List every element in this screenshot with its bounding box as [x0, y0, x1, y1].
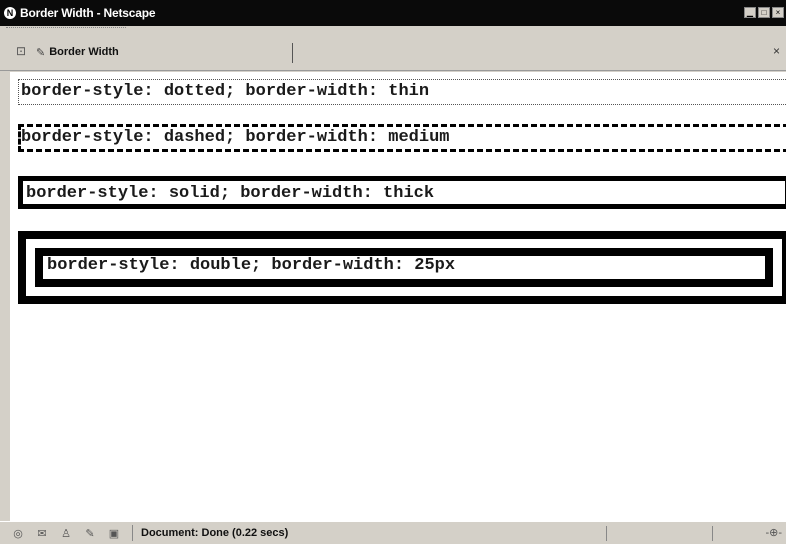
addressbook-icon[interactable]: ▣ — [108, 527, 120, 540]
status-divider — [132, 525, 133, 541]
user-icon[interactable]: ♙ — [60, 527, 72, 540]
demo-text: border-style: solid; border-width: thick — [26, 184, 435, 203]
title-bar[interactable]: N Border Width - Netscape ▁ □ × — [0, 0, 786, 26]
demo-text: border-style: dashed; border-width: medi… — [21, 128, 450, 147]
new-tab-icon[interactable]: ⊡ — [14, 44, 28, 58]
status-bar: ◎ ✉ ♙ ✎ ▣ Document: Done (0.22 secs) -⊕- — [0, 521, 786, 544]
page-content: border-style: dotted; border-width: thin… — [10, 72, 786, 521]
minimize-button[interactable]: ▁ — [744, 7, 756, 18]
tab-divider — [292, 43, 293, 63]
tab-label: Border Width — [49, 46, 119, 58]
status-text: Document: Done (0.22 secs) — [141, 527, 289, 539]
tab-bar: ⊡ ✎ Border Width × — [0, 31, 786, 71]
online-status-icon[interactable]: -⊕- — [765, 526, 782, 539]
close-button[interactable]: × — [772, 7, 784, 18]
page-icon: ✎ — [36, 46, 46, 59]
maximize-button[interactable]: □ — [758, 7, 770, 18]
mail-icon[interactable]: ✉ — [36, 527, 48, 540]
demo-solid-border: border-style: solid; border-width: thick — [18, 176, 786, 209]
globe-icon[interactable]: ◎ — [12, 527, 24, 540]
composer-icon[interactable]: ✎ — [84, 527, 96, 540]
demo-dashed-border: border-style: dashed; border-width: medi… — [18, 124, 786, 152]
status-divider — [712, 526, 713, 541]
demo-text: border-style: double; border-width: 25px — [47, 256, 456, 275]
tab-border-width[interactable]: ✎ Border Width — [36, 43, 119, 61]
demo-text: border-style: dotted; border-width: thin — [21, 82, 430, 101]
window-controls: ▁ □ × — [744, 7, 784, 18]
window-title: Border Width - Netscape — [20, 6, 156, 20]
browser-window: N Border Width - Netscape ▁ □ × ⊡ ✎ Bord… — [0, 0, 786, 544]
close-tab-button[interactable]: × — [773, 44, 780, 58]
netscape-logo-icon: N — [4, 7, 16, 19]
status-divider — [606, 526, 607, 541]
demo-dotted-border: border-style: dotted; border-width: thin — [18, 79, 786, 105]
demo-double-border: border-style: double; border-width: 25px — [18, 231, 786, 304]
